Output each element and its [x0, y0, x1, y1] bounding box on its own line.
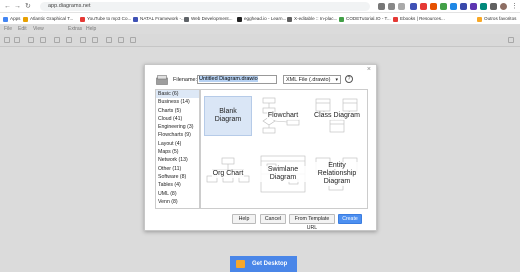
- category-item[interactable]: Flowcharts (9): [156, 131, 199, 139]
- template-label: Blank Diagram: [214, 108, 242, 123]
- extension-icon[interactable]: [490, 3, 497, 10]
- bookmark-item[interactable]: YouTube to mp3 Co...: [80, 15, 131, 23]
- category-item[interactable]: Cloud (41): [156, 115, 199, 123]
- category-list: Basic (6) Business (14) Charts (5) Cloud…: [155, 89, 200, 209]
- filename-input[interactable]: Untitled Diagram.drawio: [197, 75, 277, 84]
- template-grid: Blank Diagram Flowchart Class Diagram Or…: [200, 89, 368, 209]
- bookmark-item[interactable]: Outros favoritos: [477, 15, 516, 23]
- url-input[interactable]: app.diagrams.net: [40, 2, 370, 11]
- category-item[interactable]: Other (11): [156, 165, 199, 173]
- bookmark-favicon-icon: [237, 16, 242, 22]
- bookmark-favicon-icon: [23, 16, 28, 22]
- cancel-button[interactable]: Cancel: [260, 214, 286, 224]
- bookmarks-bar: Apps Atlantic Graphical T... YouTube to …: [0, 13, 520, 25]
- screenshot-icon[interactable]: [388, 3, 395, 10]
- bookmark-item[interactable]: egghead.io - Learn...: [237, 15, 286, 23]
- category-item[interactable]: Network (13): [156, 156, 199, 164]
- bookmark-favicon-icon: [287, 16, 292, 22]
- drawio-file-icon: [156, 75, 168, 85]
- template-label: Entity Relationship Diagram: [313, 162, 361, 186]
- bookmark-label: X-editable :: In-plac...: [294, 16, 338, 21]
- bookmark-label: Ebooks | Resources...: [400, 16, 445, 21]
- bookmark-favicon-icon: [393, 16, 398, 22]
- menu-kebab-icon[interactable]: ⋮: [511, 2, 518, 11]
- get-desktop-button[interactable]: Get Desktop: [230, 256, 297, 272]
- bookmark-label: Outros favoritos: [484, 16, 517, 21]
- bookmark-favicon-icon: [133, 16, 138, 22]
- category-item[interactable]: Software (8): [156, 173, 199, 181]
- bookmark-label: Web Development...: [191, 16, 233, 21]
- create-button[interactable]: Create: [338, 214, 362, 224]
- cast-icon[interactable]: [378, 3, 385, 10]
- chevron-down-icon: ▾: [335, 77, 338, 83]
- template-blank-diagram[interactable]: Blank Diagram: [204, 96, 252, 136]
- from-template-url-button[interactable]: From Template URL: [289, 214, 335, 231]
- extension-icon[interactable]: [430, 3, 437, 10]
- category-item[interactable]: Business (14): [156, 98, 199, 106]
- extension-icon[interactable]: [420, 3, 427, 10]
- template-entity-relationship-diagram[interactable]: Entity Relationship Diagram: [313, 154, 361, 194]
- drawio-logo-icon: [236, 260, 245, 268]
- category-item[interactable]: Charts (5): [156, 107, 199, 115]
- url-text: app.diagrams.net: [48, 3, 91, 9]
- star-icon[interactable]: [398, 3, 405, 10]
- help-button[interactable]: Help: [232, 214, 256, 224]
- category-item[interactable]: Layout (4): [156, 140, 199, 148]
- category-item[interactable]: UML (8): [156, 190, 199, 198]
- category-item[interactable]: Maps (5): [156, 148, 199, 156]
- back-icon[interactable]: ←: [4, 2, 11, 11]
- extension-icon[interactable]: [450, 3, 457, 10]
- category-item[interactable]: Venn (8): [156, 198, 199, 206]
- extension-icon[interactable]: [470, 3, 477, 10]
- template-label: Swimlane Diagram: [259, 166, 307, 182]
- get-desktop-label: Get Desktop: [252, 261, 288, 267]
- bookmark-favicon-icon: [184, 16, 189, 22]
- category-item[interactable]: Basic (6): [156, 90, 199, 99]
- forward-icon[interactable]: →: [14, 2, 21, 11]
- template-class-diagram[interactable]: Class Diagram: [313, 96, 361, 136]
- bookmark-item[interactable]: Ebooks | Resources...: [393, 15, 445, 23]
- extension-icon[interactable]: [480, 3, 487, 10]
- bookmark-folder-icon: [477, 16, 482, 22]
- bookmark-item[interactable]: Atlantic Graphical T...: [23, 15, 73, 23]
- bookmark-item[interactable]: Apps: [3, 15, 20, 23]
- filename-label: Filename:: [173, 77, 198, 83]
- bookmark-favicon-icon: [80, 16, 85, 22]
- bookmark-item[interactable]: Web Development...: [184, 15, 233, 23]
- format-select[interactable]: XML File (.drawio) ▾: [283, 75, 341, 84]
- template-org-chart[interactable]: Org Chart: [204, 154, 252, 194]
- bookmark-label: egghead.io - Learn...: [244, 16, 287, 21]
- extension-icon[interactable]: [460, 3, 467, 10]
- bookmark-favicon-icon: [3, 16, 8, 22]
- profile-avatar[interactable]: [500, 3, 507, 10]
- template-label: Flowchart: [266, 112, 300, 120]
- bookmark-label: YouTube to mp3 Co...: [87, 16, 132, 21]
- format-value: XML File (.drawio): [286, 77, 331, 83]
- template-swimlane-diagram[interactable]: Swimlane Diagram: [259, 154, 307, 194]
- bookmark-favicon-icon: [339, 16, 344, 22]
- bookmark-label: NATAL Framework -...: [140, 16, 185, 21]
- template-label: Class Diagram: [313, 112, 361, 120]
- bookmark-label: Atlantic Graphical T...: [30, 16, 74, 21]
- template-label: Org Chart: [211, 170, 245, 178]
- browser-address-bar: ← → ↻ app.diagrams.net ⋮: [0, 0, 520, 13]
- filename-value: Untitled Diagram.drawio: [199, 76, 258, 82]
- bookmark-item[interactable]: X-editable :: In-plac...: [287, 15, 337, 23]
- close-icon[interactable]: ×: [367, 66, 371, 73]
- extension-icon[interactable]: [410, 3, 417, 10]
- reload-icon[interactable]: ↻: [25, 2, 31, 11]
- template-flowchart[interactable]: Flowchart: [259, 96, 307, 136]
- bookmark-item[interactable]: CODETutorial.IO - T...: [339, 15, 391, 23]
- new-diagram-dialog: × Filename: Untitled Diagram.drawio XML …: [144, 64, 377, 231]
- help-icon[interactable]: ?: [345, 75, 353, 83]
- category-item[interactable]: Engineering (3): [156, 123, 199, 131]
- bookmark-label: CODETutorial.IO - T...: [346, 16, 391, 21]
- extension-icon[interactable]: [440, 3, 447, 10]
- category-item[interactable]: Tables (4): [156, 181, 199, 189]
- bookmark-label: Apps: [10, 16, 21, 21]
- bookmark-item[interactable]: NATAL Framework -...: [133, 15, 185, 23]
